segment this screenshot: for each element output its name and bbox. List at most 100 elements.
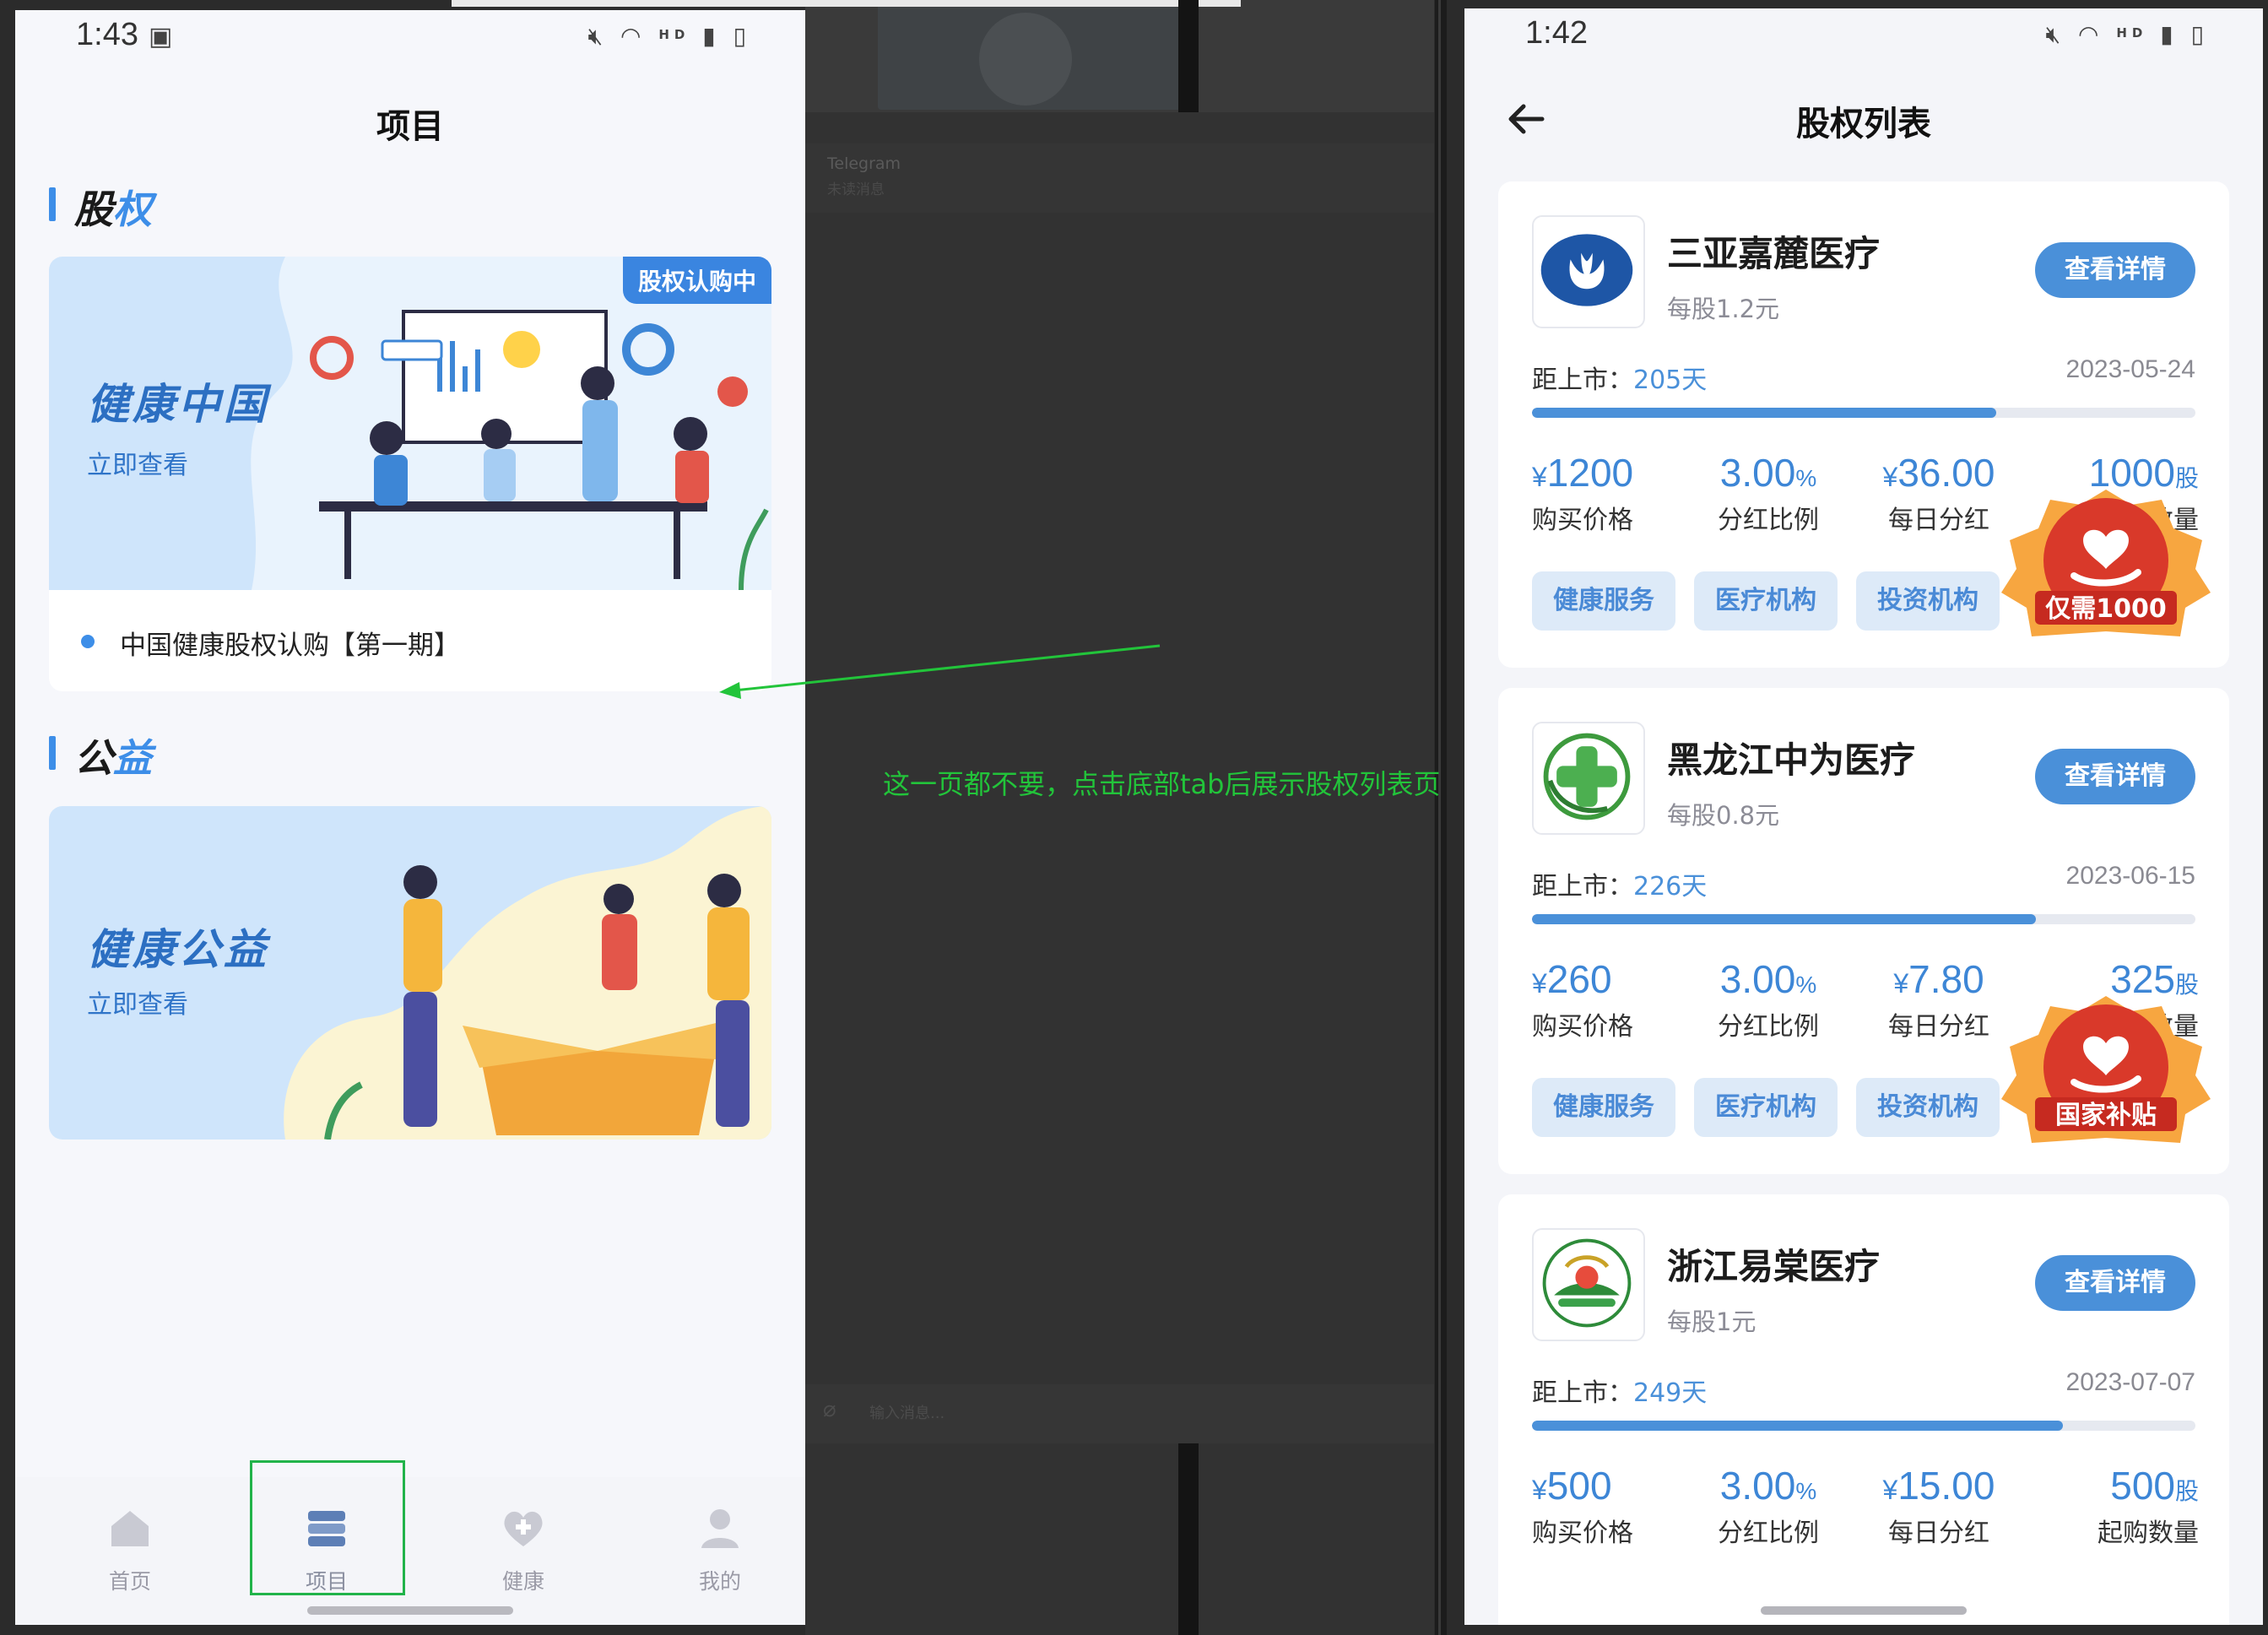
- status-icons: 🔇︎ ◠ HD ▮ ▯: [2045, 20, 2209, 49]
- view-details-button[interactable]: 查看详情: [2035, 242, 2195, 298]
- seal-text: 国家补贴: [2055, 1101, 2157, 1130]
- stat-label: 分红比例: [1718, 1012, 1819, 1042]
- mute-icon: 🔇︎: [587, 22, 609, 50]
- progress-fill: [1532, 1421, 2063, 1431]
- welfare-banner-subtitle[interactable]: 立即查看: [87, 983, 188, 1021]
- background-scrollbar: [452, 0, 1241, 7]
- telegram-sub-label: 未读消息: [827, 181, 885, 198]
- stat-label: 每日分红: [1888, 1012, 1989, 1042]
- stat-label: 分红比例: [1718, 506, 1819, 535]
- stat-value: 3.00%: [1719, 451, 1817, 495]
- company-logo: [1532, 722, 1645, 835]
- stat-value: ¥260: [1532, 957, 1612, 1001]
- message-input-hint: 输入消息...: [869, 1405, 945, 1422]
- tab-home-label: 首页: [108, 1569, 151, 1594]
- view-details-button[interactable]: 查看详情: [2035, 749, 2195, 804]
- status-time: 1:43: [76, 17, 138, 52]
- equity-list-screen: 1:42 🔇︎ ◠ HD ▮ ▯ 股权列表 三亚嘉麓医疗 每股1.2元 查看详情 距上…: [1464, 8, 2263, 1625]
- listing-countdown: 距上市：249天: [1532, 1372, 1707, 1409]
- listing-progress-bar: [1532, 914, 2195, 924]
- stat-value: ¥7.80: [1893, 957, 1984, 1001]
- equity-card[interactable]: 浙江易棠医疗 每股1元 查看详情 距上市：249天 2023-07-07 ¥500 购买价格…: [1498, 1194, 2229, 1625]
- subsidy-seal-badge: 国家补贴: [2001, 996, 2211, 1143]
- equity-banner-title: 健康中国: [87, 380, 269, 429]
- listing-countdown: 距上市：205天: [1532, 359, 1707, 396]
- listing-countdown: 距上市：226天: [1532, 865, 1707, 902]
- section-equity-accent: 权: [113, 187, 152, 232]
- window-divider-line: [1438, 0, 1441, 1635]
- status-icons: 🔇︎ ◠ HD ▮ ▯: [587, 22, 751, 51]
- countdown-days: 249天: [1633, 1378, 1708, 1408]
- page-title: 项目: [376, 107, 444, 146]
- stat-value: ¥1200: [1532, 451, 1634, 495]
- stat-label: 购买价格: [1532, 506, 1633, 535]
- welfare-banner-title: 健康公益: [87, 925, 269, 974]
- stat-label: 购买价格: [1532, 1519, 1633, 1548]
- progress-fill: [1532, 408, 1997, 418]
- welfare-banner-card[interactable]: 健康公益 立即查看: [49, 806, 771, 1140]
- stat-daily-dividend: ¥15.00 每日分红: [1863, 1463, 2015, 1549]
- background-photo: [878, 0, 1182, 110]
- price-per-share: 每股0.8元: [1667, 801, 1780, 830]
- telegram-label: Telegram: [827, 154, 901, 173]
- tab-home[interactable]: 首页: [79, 1502, 181, 1595]
- stat-value: ¥15.00: [1882, 1464, 1995, 1508]
- listing-progress-bar: [1532, 408, 2195, 418]
- company-name: 三亚嘉麓医疗: [1667, 233, 1881, 274]
- countdown-label: 距上市：: [1532, 1378, 1633, 1408]
- home-indicator: [1761, 1606, 1967, 1615]
- tab-mine-label: 我的: [698, 1569, 741, 1594]
- hd-icon: HD: [658, 27, 690, 42]
- stat-value: ¥36.00: [1882, 451, 1995, 495]
- heart-plus-icon: [504, 1511, 543, 1546]
- listing-date: 2023-05-24: [2065, 355, 2195, 383]
- hd-icon: HD: [2116, 25, 2148, 41]
- category-tag: 医疗机构: [1694, 1078, 1838, 1137]
- section-bar: [49, 736, 56, 770]
- listing-date: 2023-07-07: [2065, 1368, 2195, 1396]
- equity-card[interactable]: 三亚嘉麓医疗 每股1.2元 查看详情 距上市：205天 2023-05-24 ¥1200 购…: [1498, 181, 2229, 668]
- wifi-icon: ◠: [2077, 20, 2104, 48]
- countdown-days: 226天: [1633, 872, 1708, 901]
- stat-label: 分红比例: [1718, 1519, 1819, 1548]
- background-divider: [1178, 0, 1199, 112]
- user-icon: [701, 1509, 739, 1548]
- stat-daily-dividend: ¥7.80 每日分红: [1863, 956, 2015, 1042]
- countdown-label: 距上市：: [1532, 365, 1633, 395]
- stat-daily-dividend: ¥36.00 每日分红: [1863, 450, 2015, 536]
- status-bar: 1:42 🔇︎ ◠ HD ▮ ▯: [1464, 8, 2263, 61]
- listing-progress-bar: [1532, 1421, 2195, 1431]
- equity-banner-card[interactable]: 健康中国 立即查看 股权认购中 中国健康股权认购【第一期】: [49, 257, 771, 691]
- bottom-tab-bar: 首页 项目 健康 我的: [15, 1477, 805, 1625]
- equity-card[interactable]: 黑龙江中为医疗 每股0.8元 查看详情 距上市：226天 2023-06-15 ¥260 购…: [1498, 688, 2229, 1174]
- category-tag: 投资机构: [1856, 1078, 2000, 1137]
- company-name: 黑龙江中为医疗: [1667, 739, 1916, 781]
- annotation-highlight-box: [250, 1460, 405, 1595]
- section-welfare-text: 公: [74, 735, 113, 781]
- annotation-text: 这一页都不要，点击底部tab后展示股权列表页: [883, 768, 1441, 800]
- listing-date: 2023-06-15: [2065, 862, 2195, 890]
- countdown-label: 距上市：: [1532, 872, 1633, 901]
- tab-mine[interactable]: 我的: [669, 1502, 771, 1595]
- stat-purchase-price: ¥1200 购买价格: [1532, 450, 1667, 536]
- background-divider-bottom: [1178, 1443, 1199, 1635]
- stat-label: 起购数量: [2097, 1519, 2199, 1548]
- battery-icon: ▯: [733, 22, 751, 50]
- equity-banner-subtitle[interactable]: 立即查看: [87, 444, 188, 481]
- company-logo: [1532, 1228, 1645, 1341]
- subsidy-seal-badge: 仅需1000: [2001, 490, 2211, 636]
- category-tag: 健康服务: [1532, 571, 1675, 631]
- mute-icon: 🔇︎: [2045, 20, 2066, 48]
- battery-icon: ▯: [2190, 20, 2209, 48]
- stat-value: 500股: [2110, 1464, 2199, 1508]
- subscription-status-badge: 股权认购中: [622, 257, 771, 304]
- equity-banner-caption[interactable]: 中国健康股权认购【第一期】: [120, 624, 460, 662]
- attach-icon: ⌀: [823, 1397, 836, 1422]
- project-screen: 1:43 ▣ 🔇︎ ◠ HD ▮ ▯ 项目 股权 健康中国 立即查看 股权认购中…: [15, 10, 805, 1625]
- stat-dividend-ratio: 3.00% 分红比例: [1709, 1463, 1827, 1549]
- tab-health[interactable]: 健康: [473, 1502, 574, 1595]
- price-per-share: 每股1元: [1667, 1307, 1756, 1336]
- view-details-button[interactable]: 查看详情: [2035, 1255, 2195, 1311]
- section-welfare-accent: 益: [113, 735, 152, 781]
- gallery-icon: ▣: [149, 22, 173, 51]
